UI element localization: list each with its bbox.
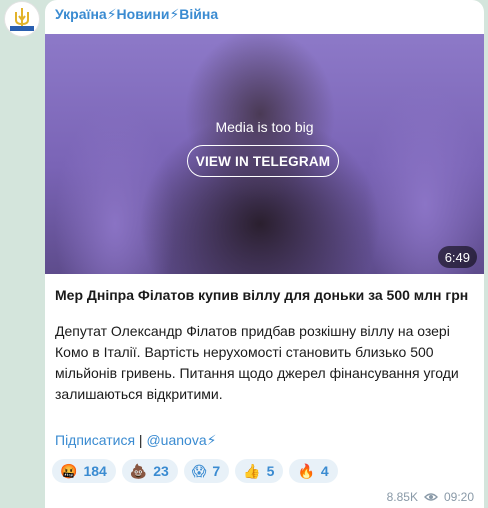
post-links: Підписатися | @uanova⚡	[55, 432, 216, 449]
post-body-line: Депутат Олександр Філатов придбав розкіш…	[55, 323, 450, 339]
view-in-telegram-button[interactable]: VIEW IN TELEGRAM	[187, 145, 339, 177]
video-duration: 6:49	[437, 246, 477, 268]
post-body-line: мільйонів гривень. Питання щодо джерел ф…	[55, 365, 459, 381]
screaming-face-icon: 😱	[191, 463, 207, 479]
message-bubble: Україна⚡Новини⚡Війна Media is too big VI…	[45, 0, 484, 508]
eye-icon	[423, 493, 438, 501]
trident-logo-icon	[10, 8, 34, 31]
subscribe-link[interactable]: Підписатися	[55, 432, 135, 448]
reactions-bar: 🤬 184 💩 23 😱 7 👍 5 🔥 4	[52, 459, 344, 483]
video-preview[interactable]: Media is too big VIEW IN TELEGRAM 6:49	[45, 34, 484, 274]
post-body: Депутат Олександр Філатов придбав розкіш…	[55, 321, 475, 405]
message-meta: 8.85K 09:20	[387, 490, 474, 504]
channel-handle-link[interactable]: @uanova⚡	[146, 432, 216, 448]
post-body-line: Комо в Італії. Вартість нерухомості стан…	[55, 344, 434, 360]
reaction-fire[interactable]: 🔥 4	[289, 459, 338, 483]
post-body-line: залишаються відкритими.	[55, 386, 223, 402]
channel-avatar[interactable]	[4, 1, 40, 37]
channel-title[interactable]: Україна⚡Новини⚡Війна	[55, 6, 218, 23]
reaction-angry[interactable]: 🤬 184	[52, 459, 116, 483]
reaction-scream[interactable]: 😱 7	[183, 459, 230, 483]
reaction-count: 184	[83, 463, 107, 479]
link-separator: |	[135, 432, 147, 448]
thumbs-up-icon: 👍	[243, 463, 261, 479]
post-headline: Мер Дніпра Філатов купив віллу для доньк…	[55, 287, 469, 303]
reaction-count: 4	[320, 463, 329, 479]
message-time: 09:20	[443, 490, 474, 504]
reaction-count: 23	[153, 463, 169, 479]
fire-icon: 🔥	[297, 463, 315, 479]
reaction-poop[interactable]: 💩 23	[121, 459, 178, 483]
reaction-count: 7	[212, 463, 221, 479]
view-count: 8.85K	[386, 490, 418, 504]
reaction-thumbs-up[interactable]: 👍 5	[235, 459, 284, 483]
media-too-big-message: Media is too big	[215, 119, 314, 135]
angry-face-icon: 🤬	[60, 463, 78, 479]
poop-icon: 💩	[129, 463, 148, 479]
reaction-count: 5	[266, 463, 275, 479]
